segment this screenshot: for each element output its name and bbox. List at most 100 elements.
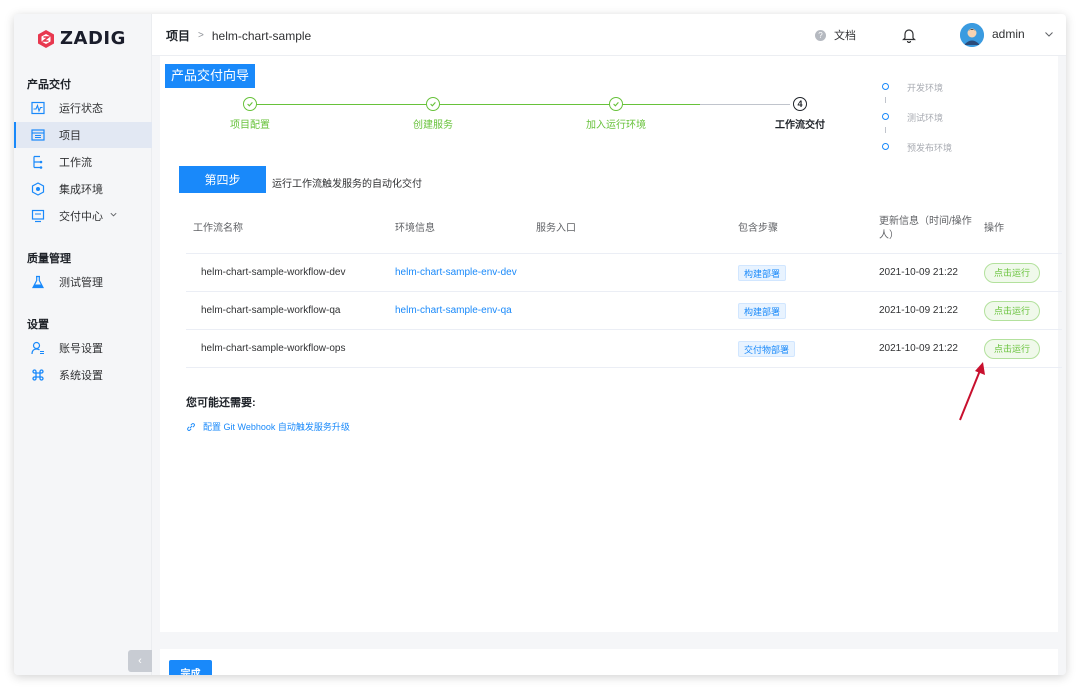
sidebar-item-label: 集成环境: [59, 184, 103, 196]
zadig-logo-icon: [36, 29, 56, 49]
sidebar-item-workflow[interactable]: 工作流: [14, 149, 152, 175]
current-step-description: 运行工作流触发服务的自动化交付: [272, 179, 422, 190]
sidebar-item-label: 系统设置: [59, 370, 103, 382]
workflow-name: helm-chart-sample-workflow-ops: [201, 343, 346, 354]
guide-panel: 产品交付向导 项目配置 创建服务 加入运行环境 4 工作流交付 开发环境 测试环…: [160, 56, 1062, 632]
table-row: helm-chart-sample-workflow-ops 交付物部署 202…: [186, 330, 1062, 368]
chevron-down-icon[interactable]: [1044, 28, 1054, 38]
sidebar-item-label: 交付中心: [59, 211, 103, 223]
nav-group-title: 产品交付: [27, 79, 71, 91]
sidebar-item-integration-env[interactable]: 集成环境: [14, 176, 152, 202]
env-link[interactable]: helm-chart-sample-env-qa: [395, 292, 512, 329]
env-item: 开发环境: [882, 82, 1002, 112]
sidebar: ZADIG 产品交付 运行状态 项目 工作流 集成环境 交付中心 质量管理 测试…: [14, 14, 152, 675]
flask-icon: [31, 275, 45, 289]
chevron-down-icon: [109, 210, 118, 222]
env-item: 预发布环境: [882, 142, 1002, 172]
current-step-tag: 第四步: [179, 166, 266, 193]
nav-group-delivery: 产品交付 运行状态 项目 工作流 集成环境 交付中心: [14, 76, 152, 229]
sidebar-item-test-management[interactable]: 测试管理: [14, 269, 152, 295]
sidebar-item-label: 项目: [59, 130, 81, 142]
docs-link[interactable]: ? 文档: [815, 27, 856, 43]
top-header: 项目 > helm-chart-sample ? 文档 admin: [152, 14, 1066, 56]
env-connector: [885, 127, 886, 133]
sidebar-item-project[interactable]: 项目: [14, 122, 152, 148]
user-name[interactable]: admin: [992, 27, 1025, 41]
env-item: 测试环境: [882, 112, 1002, 142]
step-label: 创建服务: [413, 120, 453, 131]
env-label: 测试环境: [907, 113, 944, 123]
workflow-icon: [31, 155, 45, 169]
step-label-current: 工作流交付: [775, 120, 825, 131]
steps-tag: 构建部署: [738, 264, 787, 281]
monitor-icon: [31, 101, 45, 115]
column-header: 包含步骤: [738, 222, 778, 234]
run-button[interactable]: 点击运行: [984, 300, 1040, 321]
env-dot: [882, 83, 889, 90]
app-window: ZADIG 产品交付 运行状态 项目 工作流 集成环境 交付中心 质量管理 测试…: [14, 14, 1066, 675]
step-label: 项目配置: [230, 120, 270, 131]
avatar[interactable]: [960, 23, 984, 47]
suggestions-title: 您可能还需要:: [186, 397, 256, 409]
step-progress: 项目配置 创建服务 加入运行环境 4 工作流交付: [160, 96, 860, 136]
sidebar-item-label: 测试管理: [59, 277, 103, 289]
steps-tag: 交付物部署: [738, 340, 796, 357]
step-label: 加入运行环境: [586, 120, 646, 131]
env-connector: [885, 97, 886, 103]
main-area: 产品交付向导 项目配置 创建服务 加入运行环境 4 工作流交付 开发环境 测试环…: [152, 56, 1066, 675]
nav-group-quality: 质量管理 测试管理: [14, 250, 152, 295]
column-header: 环境信息: [395, 222, 435, 234]
webhook-link[interactable]: 配置 Git Webhook 自动触发服务升级: [186, 420, 350, 433]
column-header: 更新信息（时间/操作人）: [879, 215, 972, 241]
account-icon: [31, 341, 45, 355]
column-header: 操作: [984, 222, 1004, 234]
step-line-done: [250, 104, 700, 105]
sidebar-item-run-status[interactable]: 运行状态: [14, 95, 152, 121]
sidebar-item-label: 账号设置: [59, 343, 103, 355]
workflow-table: 工作流名称 环境信息 服务入口 包含步骤 更新信息（时间/操作人） 操作 hel…: [186, 203, 1062, 368]
nav-group-settings: 设置 账号设置 系统设置: [14, 316, 152, 388]
step-line-pending: [700, 104, 790, 105]
env-link[interactable]: helm-chart-sample-env-dev: [395, 254, 517, 291]
table-row: helm-chart-sample-workflow-dev helm-char…: [186, 254, 1062, 292]
link-icon: [187, 422, 195, 431]
help-icon: ?: [815, 29, 826, 41]
breadcrumb-root[interactable]: 项目: [166, 27, 190, 44]
run-button[interactable]: 点击运行: [984, 338, 1040, 359]
run-button[interactable]: 点击运行: [984, 262, 1040, 283]
guide-title: 产品交付向导: [165, 64, 256, 88]
nav-group-title: 设置: [27, 319, 49, 331]
environment-list: 开发环境 测试环境 预发布环境: [882, 82, 1002, 172]
breadcrumb-current: helm-chart-sample: [211, 28, 312, 43]
step-number: 4: [793, 97, 807, 111]
env-dot: [882, 143, 889, 150]
sidebar-item-delivery-center[interactable]: 交付中心: [14, 203, 152, 229]
sidebar-item-account-settings[interactable]: 账号设置: [14, 335, 152, 361]
sidebar-collapse-button[interactable]: ‹: [128, 650, 152, 672]
steps-tag: 构建部署: [738, 302, 787, 319]
bell-icon[interactable]: [902, 27, 916, 44]
sidebar-item-system-settings[interactable]: 系统设置: [14, 362, 152, 388]
updated-time: 2021-10-09 21:22: [879, 305, 958, 316]
check-icon: [243, 97, 257, 111]
done-button[interactable]: 完成: [169, 660, 212, 675]
integration-env-icon: [31, 182, 45, 196]
sidebar-item-label: 运行状态: [59, 103, 103, 115]
updated-time: 2021-10-09 21:22: [879, 343, 958, 354]
sidebar-item-label: 工作流: [59, 157, 92, 169]
workflow-name: helm-chart-sample-workflow-dev: [201, 267, 346, 278]
nav-group-title: 质量管理: [27, 253, 71, 265]
table-row: helm-chart-sample-workflow-qa helm-chart…: [186, 292, 1062, 330]
env-label: 预发布环境: [907, 143, 953, 153]
annotation-arrow-icon: [959, 362, 985, 421]
docs-label: 文档: [834, 30, 856, 42]
footer-bar: 完成: [160, 649, 1058, 675]
command-icon: [31, 368, 45, 382]
logo[interactable]: ZADIG: [36, 28, 126, 49]
logo-text: ZADIG: [60, 28, 126, 49]
column-header: 服务入口: [536, 222, 576, 234]
column-header: 工作流名称: [193, 222, 243, 234]
webhook-link-label: 配置 Git Webhook 自动触发服务升级: [203, 422, 350, 432]
breadcrumb: 项目 > helm-chart-sample: [166, 27, 311, 44]
project-icon: [31, 128, 45, 142]
